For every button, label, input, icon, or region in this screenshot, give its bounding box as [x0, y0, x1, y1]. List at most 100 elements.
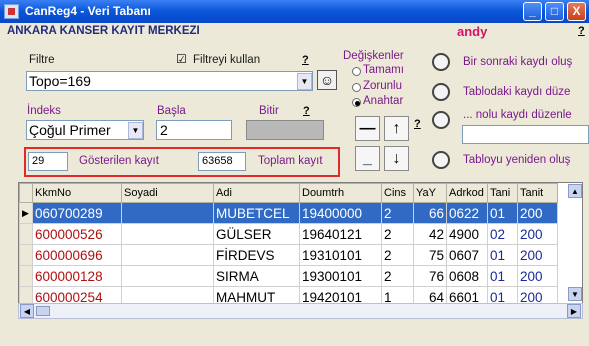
radio-all[interactable]: [352, 67, 361, 76]
first-record-button[interactable]: —: [355, 116, 380, 141]
scroll-left-icon[interactable]: ◀: [20, 304, 34, 318]
radio-key[interactable]: [352, 98, 361, 107]
nav-help-button[interactable]: ?: [414, 118, 421, 130]
row-indicator[interactable]: [19, 223, 33, 245]
last-record-button[interactable]: _: [355, 146, 380, 171]
table-cell[interactable]: 02: [487, 223, 518, 245]
table-cell[interactable]: 0622: [446, 202, 488, 224]
table-cell[interactable]: 2: [381, 265, 414, 287]
table-cell[interactable]: 66: [413, 202, 447, 224]
edit-numbered-button[interactable]: [432, 111, 450, 129]
table-cell[interactable]: 200: [517, 286, 558, 303]
minimize-button[interactable]: _: [523, 2, 542, 21]
table-cell[interactable]: 0608: [446, 265, 488, 287]
table-cell[interactable]: 600000254: [32, 286, 122, 303]
column-header[interactable]: Doumtrh: [299, 183, 382, 203]
index-combo[interactable]: Çoğul Primer ▼: [26, 120, 144, 140]
edit-table-label: Tablodaki kaydı düze: [463, 86, 571, 98]
table-cell[interactable]: 200: [517, 223, 558, 245]
recreate-table-button[interactable]: [432, 151, 450, 169]
table-cell[interactable]: 6601: [446, 286, 488, 303]
column-header[interactable]: KkmNo: [32, 183, 122, 203]
table-cell[interactable]: [121, 202, 214, 224]
table-cell[interactable]: 060700289: [32, 202, 122, 224]
column-header[interactable]: Tanit: [517, 183, 558, 203]
table-cell[interactable]: 600000526: [32, 223, 122, 245]
scroll-thumb[interactable]: [36, 306, 50, 316]
scroll-up-icon[interactable]: ▲: [568, 184, 582, 198]
table-cell[interactable]: 01: [487, 286, 518, 303]
close-button[interactable]: X: [567, 2, 586, 21]
table-cell[interactable]: 19310101: [299, 244, 382, 266]
arrow-up-icon[interactable]: ↑: [384, 116, 409, 141]
filter-help-button[interactable]: ?: [302, 54, 309, 66]
header-help-button[interactable]: ?: [578, 25, 585, 37]
smiley-button[interactable]: ☺: [317, 70, 337, 90]
table-cell[interactable]: 200: [517, 265, 558, 287]
radio-required[interactable]: [352, 83, 361, 92]
table-cell[interactable]: [121, 244, 214, 266]
radio-key-label: Anahtar: [363, 95, 404, 107]
table-cell[interactable]: 19420101: [299, 286, 382, 303]
table-cell[interactable]: 19400000: [299, 202, 382, 224]
column-header[interactable]: Cins: [381, 183, 414, 203]
table-cell[interactable]: 19640121: [299, 223, 382, 245]
table-cell[interactable]: 1: [381, 286, 414, 303]
table-cell[interactable]: 42: [413, 223, 447, 245]
edit-table-button[interactable]: [432, 83, 450, 101]
scroll-down-icon[interactable]: ▼: [568, 287, 582, 301]
table-cell[interactable]: 75: [413, 244, 447, 266]
row-indicator[interactable]: [19, 244, 33, 266]
row-indicator[interactable]: [19, 286, 33, 303]
table-cell[interactable]: 19300101: [299, 265, 382, 287]
start-input[interactable]: 2: [156, 120, 232, 140]
column-header[interactable]: Tani: [487, 183, 518, 203]
scroll-right-icon[interactable]: ▶: [567, 304, 581, 318]
column-header[interactable]: Adi: [213, 183, 300, 203]
table-cell[interactable]: 0607: [446, 244, 488, 266]
next-record-button[interactable]: [432, 53, 450, 71]
table-cell[interactable]: [121, 286, 214, 303]
chevron-down-icon[interactable]: ▼: [128, 122, 143, 139]
column-header[interactable]: YaY: [413, 183, 447, 203]
table-cell[interactable]: 01: [487, 265, 518, 287]
use-filter-label: Filtreyi kullan: [193, 54, 261, 66]
arrow-down-icon[interactable]: ↓: [384, 146, 409, 171]
table-cell[interactable]: MUBETCEL: [213, 202, 300, 224]
table-cell[interactable]: 2: [381, 223, 414, 245]
use-filter-checkbox[interactable]: ☑: [176, 52, 187, 66]
row-indicator[interactable]: [19, 265, 33, 287]
table-cell[interactable]: [121, 223, 214, 245]
column-header[interactable]: Adrkod: [446, 183, 488, 203]
table-cell[interactable]: 64: [413, 286, 447, 303]
chevron-down-icon[interactable]: ▼: [297, 73, 312, 90]
table-row[interactable]: ▶ 060700289 MUBETCEL 19400000 2 66 0622 01 200: [19, 202, 558, 224]
table-cell[interactable]: FİRDEVS: [213, 244, 300, 266]
table-cell[interactable]: 2: [381, 244, 414, 266]
table-cell[interactable]: GÜLSER: [213, 223, 300, 245]
table-cell[interactable]: MAHMUT: [213, 286, 300, 303]
table-row[interactable]: 600000254 MAHMUT 19420101 1 64 6601 01 200: [19, 286, 558, 303]
horizontal-scrollbar[interactable]: ◀ ▶: [18, 303, 583, 319]
table-cell[interactable]: SIRMA: [213, 265, 300, 287]
record-number-input[interactable]: [462, 125, 589, 144]
table-cell[interactable]: 01: [487, 244, 518, 266]
table-cell[interactable]: 600000128: [32, 265, 122, 287]
column-header[interactable]: Soyadi: [121, 183, 214, 203]
table-cell[interactable]: [121, 265, 214, 287]
table-cell[interactable]: 76: [413, 265, 447, 287]
table-cell[interactable]: 200: [517, 244, 558, 266]
table-cell[interactable]: 600000696: [32, 244, 122, 266]
table-row[interactable]: 600000526 GÜLSER 19640121 2 42 4900 02 200: [19, 223, 558, 245]
table-row[interactable]: 600000696 FİRDEVS 19310101 2 75 0607 01 200: [19, 244, 558, 266]
table-cell[interactable]: 01: [487, 202, 518, 224]
table-row[interactable]: 600000128 SIRMA 19300101 2 76 0608 01 200: [19, 265, 558, 287]
radio-required-label: Zorunlu: [363, 80, 402, 92]
table-cell[interactable]: 200: [517, 202, 558, 224]
row-indicator[interactable]: ▶: [19, 202, 33, 224]
table-cell[interactable]: 4900: [446, 223, 488, 245]
maximize-button[interactable]: □: [545, 2, 564, 21]
table-cell[interactable]: 2: [381, 202, 414, 224]
filter-combo[interactable]: Topo=169 ▼: [26, 71, 313, 91]
index-help-button[interactable]: ?: [303, 105, 310, 117]
